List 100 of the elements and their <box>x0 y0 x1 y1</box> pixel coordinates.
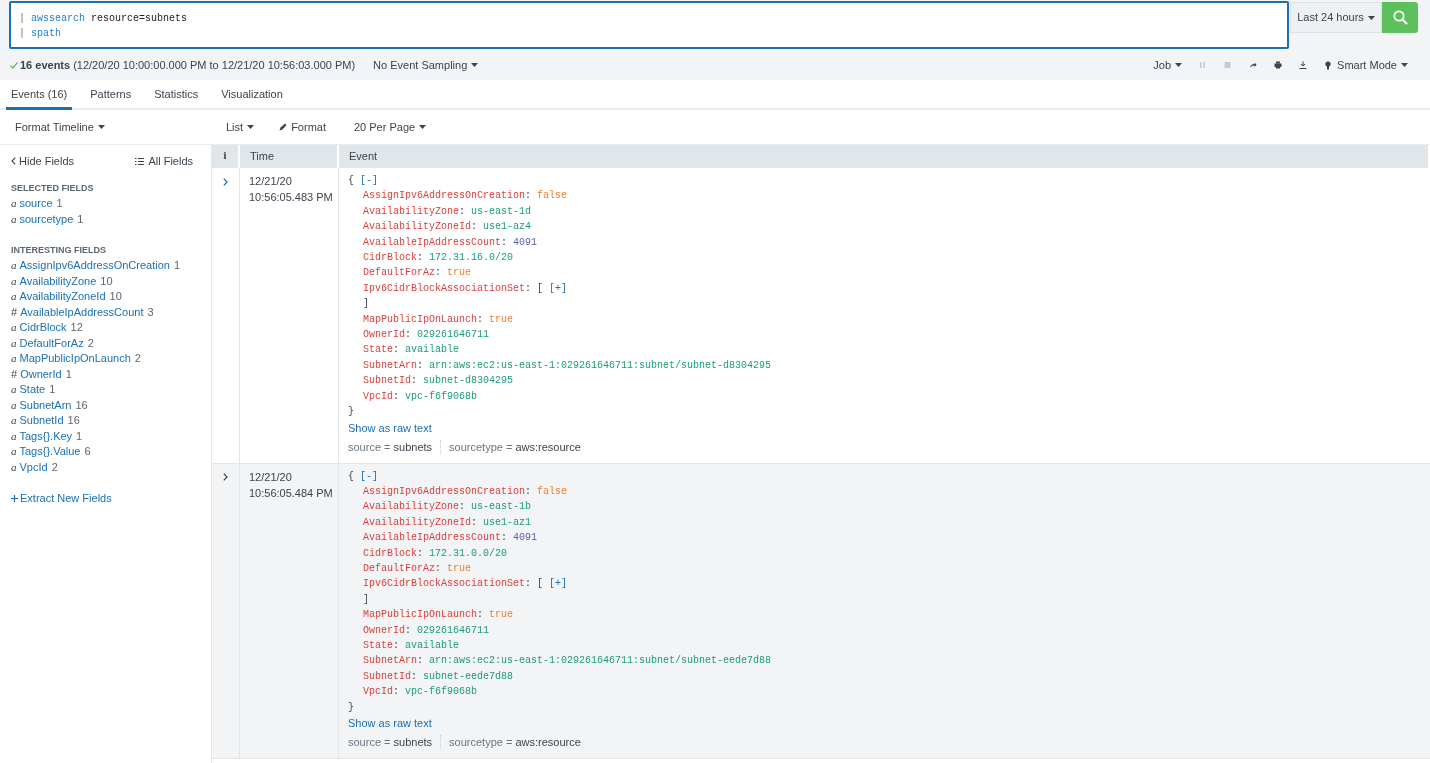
sampling-dropdown[interactable]: No Event Sampling <box>373 56 479 74</box>
all-fields-button[interactable]: All Fields <box>135 152 193 170</box>
tab[interactable]: Events (16) <box>6 80 73 110</box>
expand-button[interactable] <box>223 472 228 482</box>
field-key: CidrBlock: <box>363 545 424 561</box>
extract-fields-link[interactable]: Extract New Fields <box>11 490 193 507</box>
field-key: SubnetArn: <box>363 653 424 669</box>
job-menu[interactable]: Job <box>1153 56 1183 74</box>
field-value: false <box>537 484 568 499</box>
field-key: VpcId: <box>363 388 400 405</box>
print-icon <box>1274 61 1283 69</box>
field-key: Ipv6CidrBlockAssociationSet: <box>363 576 532 592</box>
bracket: ] <box>363 592 369 607</box>
field-key: OwnerId: <box>363 327 412 343</box>
field-value: 4091 <box>513 531 538 546</box>
print-button[interactable] <box>1274 61 1283 69</box>
field-count: 16 <box>75 397 88 413</box>
field-tag[interactable]: sourcetype = aws:resource <box>440 439 581 454</box>
field-value: true <box>447 266 472 281</box>
search-mode-dropdown[interactable]: Smart Mode <box>1325 56 1408 74</box>
field-link[interactable]: SubnetId <box>19 413 64 429</box>
field-key: MapPublicIpOnLaunch: <box>363 607 484 623</box>
per-page-dropdown[interactable]: 20 Per Page <box>353 118 427 136</box>
field-link[interactable]: Tags{}.Key <box>19 428 73 444</box>
field-key: AvailabilityZoneId: <box>363 514 478 531</box>
field-value: true <box>447 561 472 576</box>
section-heading: INTERESTING FIELDS <box>11 244 107 257</box>
download-icon <box>1299 61 1308 69</box>
field-link[interactable]: CidrBlock <box>19 320 67 336</box>
hide-fields-button[interactable]: Hide Fields <box>11 152 75 170</box>
field-key: AvailabilityZoneId: <box>363 219 478 235</box>
download-button[interactable] <box>1299 61 1308 69</box>
expand-toggle[interactable]: [+] <box>549 576 568 592</box>
field-count: 10 <box>109 289 122 304</box>
time-range-dropdown[interactable]: Last 24 hours <box>1290 2 1382 33</box>
lightbulb-icon <box>1325 60 1332 70</box>
event-time: 10:56:05.484 PM <box>249 485 334 501</box>
tab[interactable]: Patterns <box>85 80 137 110</box>
field-value: use1-az1 <box>483 515 532 530</box>
field-type-icon: a <box>11 413 17 429</box>
stop-icon <box>1224 61 1233 69</box>
field-count: 10 <box>100 273 113 289</box>
field-link[interactable]: sourcetype <box>19 211 74 227</box>
field-link[interactable]: MapPublicIpOnLaunch <box>19 351 131 367</box>
brace: { <box>348 469 354 484</box>
field-tag[interactable]: sourcetype = aws:resource <box>440 735 581 749</box>
field-type-icon: a <box>11 428 17 444</box>
collapse-toggle[interactable]: [-] <box>360 173 379 189</box>
field-link[interactable]: AvailabilityZone <box>19 273 97 289</box>
field-count: 12 <box>70 320 83 335</box>
check-icon <box>10 61 18 69</box>
field-link[interactable]: source <box>19 196 53 212</box>
raw-text-link[interactable]: Show as raw text <box>348 420 432 435</box>
time-range-text: (12/20/20 10:00:00.000 PM to 12/21/20 10:56:03.000 PM) <box>73 57 356 73</box>
field-link[interactable]: AssignIpv6AddressOnCreation <box>19 258 170 274</box>
field-count: 1 <box>49 382 56 397</box>
field-value: us-east-1d <box>471 204 532 219</box>
event-count: 16 events <box>20 57 71 73</box>
tab[interactable]: Statistics <box>149 80 204 110</box>
field-key: SubnetArn: <box>363 357 424 374</box>
field-link[interactable]: OwnerId <box>20 366 62 382</box>
field-link[interactable]: AvailabilityZoneId <box>19 289 106 305</box>
field-link[interactable]: DefaultForAz <box>19 335 84 351</box>
format-timeline-dropdown[interactable]: Format Timeline <box>15 118 105 136</box>
field-type-icon: # <box>11 366 18 382</box>
chevron-left-icon <box>11 157 16 165</box>
brace: { <box>348 174 354 188</box>
field-type-icon: a <box>11 351 17 367</box>
raw-text-link[interactable]: Show as raw text <box>348 716 432 730</box>
field-key: DefaultForAz: <box>363 560 442 577</box>
search-field[interactable]: | awssearch resource=subnets | spath <box>9 1 1289 49</box>
field-key: VpcId: <box>363 684 400 700</box>
field-key: AvailabilityZone: <box>363 499 466 515</box>
field-value: vpc-f6f9068b <box>405 389 478 404</box>
section-heading: SELECTED FIELDS <box>11 182 95 195</box>
field-type-icon: # <box>11 304 18 320</box>
expand-toggle[interactable]: [+] <box>549 280 568 297</box>
list-dropdown[interactable]: List <box>226 118 255 136</box>
field-key: AvailabilityZone: <box>363 203 466 220</box>
field-value: 172.31.0.0/20 <box>429 546 508 561</box>
field-link[interactable]: SubnetArn <box>19 397 72 413</box>
field-key: State: <box>363 342 400 358</box>
expand-button[interactable] <box>223 177 228 186</box>
field-key: DefaultForAz: <box>363 265 442 281</box>
share-button[interactable] <box>1249 61 1258 69</box>
plus-icon <box>11 494 18 502</box>
field-value: vpc-f6f9068b <box>405 685 478 700</box>
field-link[interactable]: AvailableIpAddressCount <box>20 304 144 320</box>
field-count: 1 <box>56 196 63 211</box>
field-tag[interactable]: source = subnets <box>348 735 433 749</box>
field-link[interactable]: VpcId <box>19 459 48 475</box>
tab[interactable]: Visualization <box>216 80 288 110</box>
field-type-icon: a <box>11 459 17 475</box>
field-tag[interactable]: source = subnets <box>348 439 433 454</box>
field-value: false <box>537 189 568 204</box>
format-button[interactable]: Format <box>279 118 326 136</box>
field-count: 2 <box>87 335 94 351</box>
field-link[interactable]: State <box>19 382 46 398</box>
field-link[interactable]: Tags{}.Value <box>19 444 81 460</box>
collapse-toggle[interactable]: [-] <box>360 468 379 484</box>
